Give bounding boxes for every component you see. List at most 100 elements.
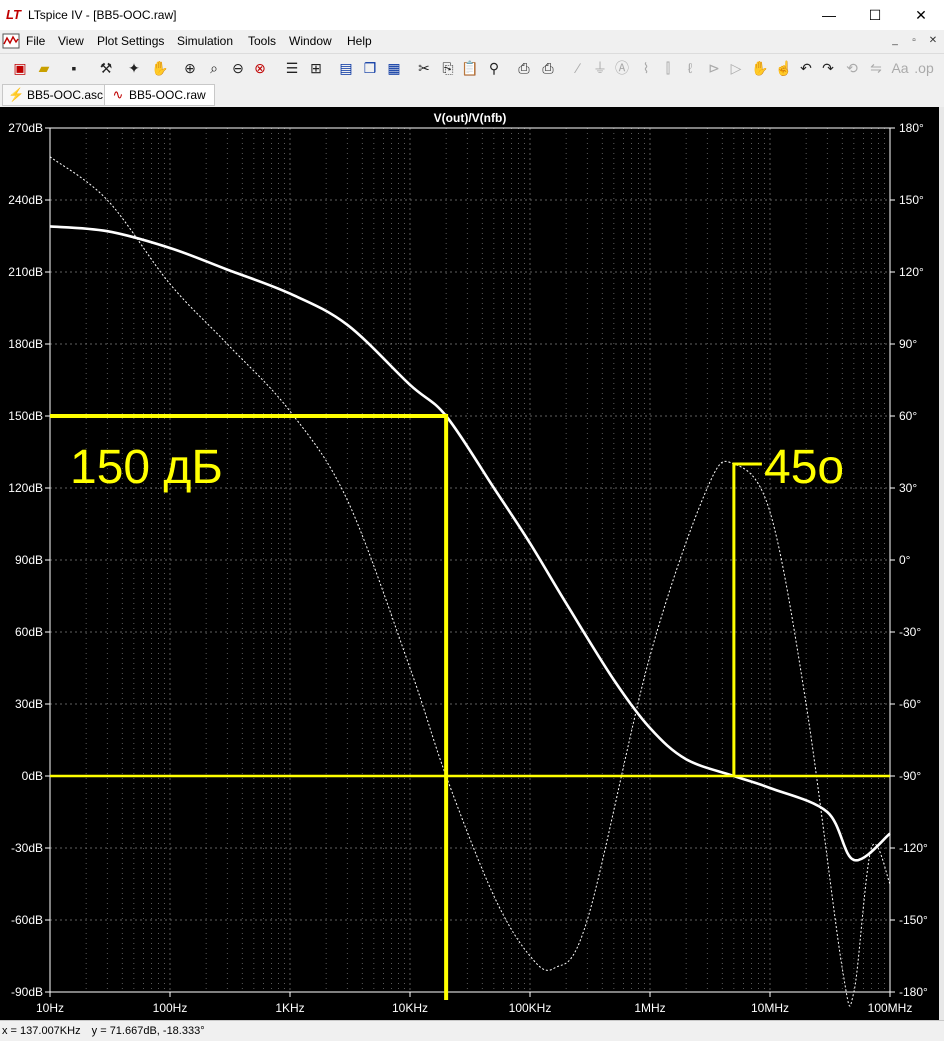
phase-margin-marker-line [732, 462, 762, 776]
menu-plot-settings[interactable]: Plot Settings [97, 34, 164, 48]
find-icon[interactable]: ⚲ [484, 58, 504, 78]
y2-tick-label: 60° [899, 409, 917, 423]
new-schematic-icon[interactable]: ▣ [10, 58, 30, 78]
y-tick-label: 240dB [8, 193, 43, 207]
y2-tick-label: -30° [899, 625, 921, 639]
component-icon[interactable]: ▷ [726, 58, 746, 78]
inductor-icon[interactable]: ℓ [680, 58, 700, 78]
menu-view[interactable]: View [58, 34, 84, 48]
print-icon[interactable]: ⎙ [538, 58, 558, 78]
ground-icon[interactable]: ⏚ [590, 58, 610, 78]
y-tick-label: 180dB [8, 337, 43, 351]
y-tick-label: 210dB [8, 265, 43, 279]
x-tick-label: 100Hz [153, 1001, 188, 1015]
y2-tick-label: 90° [899, 337, 917, 351]
undo-icon[interactable]: ↶ [796, 58, 816, 78]
trace-title[interactable]: V(out)/V(nfb) [434, 111, 507, 125]
document-tabs: ⚡ BB5-OOC.asc ∿ BB5-OOC.raw [0, 82, 944, 106]
traces [49, 156, 891, 1007]
spice-directive-icon[interactable]: .op [914, 58, 934, 78]
menu-tools[interactable]: Tools [248, 34, 276, 48]
text-icon[interactable]: Aa [890, 58, 910, 78]
mirror-icon[interactable]: ⇋ [866, 58, 886, 78]
vertical-scrollbar[interactable] [939, 107, 944, 1020]
move-icon[interactable]: ✋ [750, 58, 770, 78]
print-preview-icon[interactable]: ⎙ [514, 58, 534, 78]
wire-icon[interactable]: ∕ [568, 58, 588, 78]
rotate-icon[interactable]: ⟲ [842, 58, 862, 78]
zoom-in-icon[interactable]: ⊕ [180, 58, 200, 78]
drag-icon[interactable]: ☝ [774, 58, 794, 78]
y-tick-label: 30dB [15, 697, 43, 711]
gain-annotation: 150 дБ [70, 441, 223, 494]
redo-icon[interactable]: ↷ [818, 58, 838, 78]
tab-label: BB5-OOC.raw [129, 88, 206, 102]
halt-icon[interactable]: ✋ [150, 58, 170, 78]
toolbar: ▣ ▰ ▪ ⚒ ✦ ✋ ⊕ ⌕ ⊖ ⊗ ☰ ⊞ ▤ ❐ ▦ ✂ ⎘ 📋 ⚲ ⎙ … [0, 53, 944, 83]
zoom-cancel-icon[interactable]: ⊗ [250, 58, 270, 78]
open-icon[interactable]: ▰ [34, 58, 54, 78]
copy-icon[interactable]: ⎘ [438, 58, 458, 78]
autorange-icon[interactable]: ☰ [282, 58, 302, 78]
tab-label: BB5-OOC.asc [27, 88, 104, 102]
waveform-app-icon[interactable] [2, 32, 20, 50]
diode-icon[interactable]: ⊳ [704, 58, 724, 78]
magnitude-trace [49, 225, 891, 862]
annotations: 150 дБ 45o [70, 441, 844, 494]
mdi-close-button[interactable]: ✕ [926, 35, 940, 47]
menu-bar: File View Plot Settings Simulation Tools… [0, 30, 944, 52]
cascade-icon[interactable]: ❐ [360, 58, 380, 78]
label-icon[interactable]: Ⓐ [612, 58, 632, 78]
zoom-pan-icon[interactable]: ⌕ [204, 58, 224, 78]
gain-marker-line [50, 414, 449, 1000]
save-icon[interactable]: ▪ [64, 58, 84, 78]
run-icon[interactable]: ✦ [124, 58, 144, 78]
y2-tick-label: -90° [899, 769, 921, 783]
waveform-plot[interactable]: V(out)/V(nfb) 270dB 180° 240dB 150° 210dB 120… [0, 107, 944, 1020]
y2-tick-label: -150° [899, 913, 928, 927]
control-panel-icon[interactable]: ⚒ [96, 58, 116, 78]
menu-window[interactable]: Window [289, 34, 332, 48]
y-tick-label: -30dB [11, 841, 43, 855]
tile-horizontal-icon[interactable]: ▤ [336, 58, 356, 78]
minimize-button[interactable]: — [806, 0, 852, 30]
y-tick-label: 150dB [8, 409, 43, 423]
x-tick-label: 1MHz [634, 1001, 665, 1015]
y-tick-label: 0dB [22, 769, 43, 783]
y-tick-label: 270dB [8, 121, 43, 135]
capacitor-icon[interactable]: ⫿ [658, 58, 678, 78]
cut-icon[interactable]: ✂ [414, 58, 434, 78]
mdi-minimize-button[interactable]: _ [888, 35, 902, 47]
fit-icon[interactable]: ⊞ [306, 58, 326, 78]
y-tick-label: 90dB [15, 553, 43, 567]
tile-vertical-icon[interactable]: ▦ [384, 58, 404, 78]
title-bar: LT LTspice IV - [BB5-OOC.raw] — ☐ ✕ [0, 0, 944, 30]
y2-tick-label: 180° [899, 121, 924, 135]
y2-tick-label: 150° [899, 193, 924, 207]
tab-schematic[interactable]: ⚡ BB5-OOC.asc [2, 84, 113, 106]
status-bar: x = 137.007KHz y = 71.667dB, -18.333° [0, 1020, 944, 1041]
tab-waveform[interactable]: ∿ BB5-OOC.raw [104, 84, 215, 106]
x-tick-label: 10KHz [392, 1001, 428, 1015]
resistor-icon[interactable]: ⌇ [636, 58, 656, 78]
y-tick-label: -60dB [11, 913, 43, 927]
y2-tick-label: -180° [899, 985, 928, 999]
waveform-icon: ∿ [112, 87, 124, 102]
close-button[interactable]: ✕ [898, 0, 944, 30]
cursor-y-readout: y = 71.667dB, -18.333° [91, 1025, 205, 1037]
x-tick-label: 10Hz [36, 1001, 64, 1015]
zoom-out-icon[interactable]: ⊖ [228, 58, 248, 78]
menu-simulation[interactable]: Simulation [177, 34, 233, 48]
y-tick-label: 120dB [8, 481, 43, 495]
mdi-restore-button[interactable]: ▫ [907, 35, 921, 47]
menu-help[interactable]: Help [347, 34, 372, 48]
menu-file[interactable]: File [26, 34, 45, 48]
maximize-button[interactable]: ☐ [852, 0, 898, 30]
bode-plot-svg[interactable]: V(out)/V(nfb) 270dB 180° 240dB 150° 210dB 120… [0, 107, 944, 1020]
ltspice-logo-icon: LT [6, 7, 21, 22]
schematic-icon: ⚡ [8, 87, 25, 102]
y2-tick-label: 0° [899, 553, 911, 567]
plot-grid [49, 127, 891, 993]
phase-trace [49, 156, 891, 1007]
paste-icon[interactable]: 📋 [460, 58, 480, 78]
